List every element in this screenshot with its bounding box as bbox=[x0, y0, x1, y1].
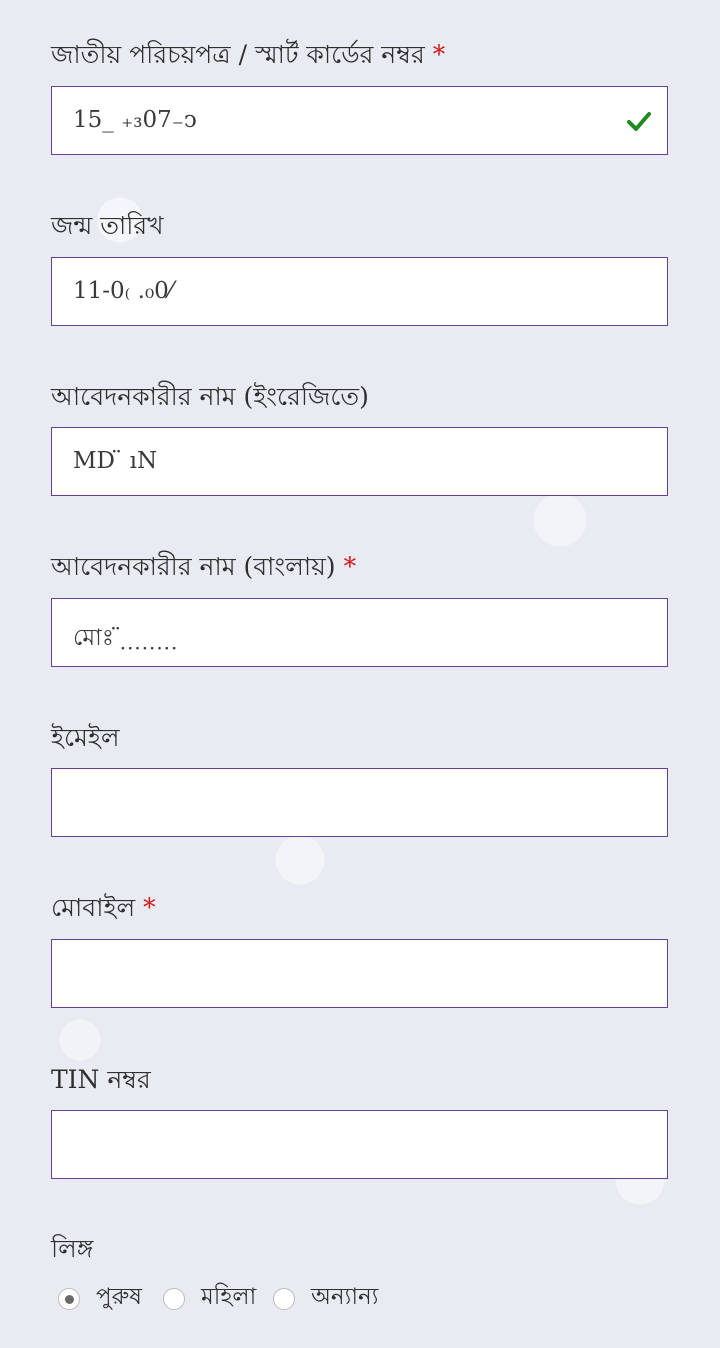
radio-button-other[interactable] bbox=[273, 1288, 295, 1310]
mobile-label: মোবাইল * bbox=[51, 893, 156, 923]
gender-option-label: পুরুষ bbox=[96, 1284, 142, 1310]
dob-field[interactable]: 11-0₍ .₀0⁄ bbox=[51, 257, 668, 326]
gender-option-label: মহিলা bbox=[201, 1284, 257, 1310]
name-bn-required-mark: * bbox=[343, 552, 357, 581]
radio-button-female[interactable] bbox=[163, 1288, 185, 1310]
tin-field[interactable] bbox=[51, 1110, 668, 1179]
dob-value: 11-0₍ .₀0⁄ bbox=[73, 278, 173, 304]
radio-button-male[interactable] bbox=[58, 1288, 80, 1310]
nid-value: 15_ ₊₃07₋ͻ bbox=[73, 107, 197, 133]
name-en-field[interactable]: MD ̈ ıN bbox=[51, 427, 668, 496]
mobile-required-mark: * bbox=[143, 893, 156, 922]
tin-label: TIN নম্বর bbox=[51, 1065, 151, 1094]
mobile-field[interactable] bbox=[51, 939, 668, 1008]
applicant-info-form: জাতীয় পরিচয়পত্র / স্মার্ট কার্ডের নম্ব… bbox=[0, 0, 720, 1348]
name-bn-field[interactable]: মোঃ ̈ ̣ ̣ ̣ ̣ ̣ ̣ ̣ ̣ bbox=[51, 598, 668, 667]
radio-selected-dot bbox=[65, 1295, 74, 1304]
gender-label: লিঙ্গ bbox=[51, 1234, 94, 1263]
dob-label: জন্ম তারিখ bbox=[51, 211, 164, 240]
nid-label: জাতীয় পরিচয়পত্র / স্মার্ট কার্ডের নম্ব… bbox=[51, 40, 445, 70]
nid-label-text: জাতীয় পরিচয়পত্র / স্মার্ট কার্ডের নম্ব… bbox=[51, 40, 425, 69]
nid-required-mark: * bbox=[432, 40, 446, 69]
name-bn-value: মোঃ ̈ ̣ ̣ ̣ ̣ ̣ ̣ ̣ ̣ bbox=[73, 625, 180, 651]
nid-field[interactable]: 15_ ₊₃07₋ͻ bbox=[51, 86, 668, 155]
email-label: ইমেইল bbox=[51, 723, 120, 752]
mobile-label-text: মোবাইল bbox=[51, 893, 136, 922]
name-en-label: আবেদনকারীর নাম (ইংরেজিতে) bbox=[51, 382, 369, 411]
email-field[interactable] bbox=[51, 768, 668, 837]
check-icon bbox=[627, 112, 651, 131]
name-en-value: MD ̈ ıN bbox=[73, 448, 158, 474]
gender-option-label: অন্যান্য bbox=[311, 1284, 379, 1310]
name-bn-label-text: আবেদনকারীর নাম (বাংলায়) bbox=[51, 552, 336, 581]
name-bn-label: আবেদনকারীর নাম (বাংলায়) * bbox=[51, 552, 356, 582]
